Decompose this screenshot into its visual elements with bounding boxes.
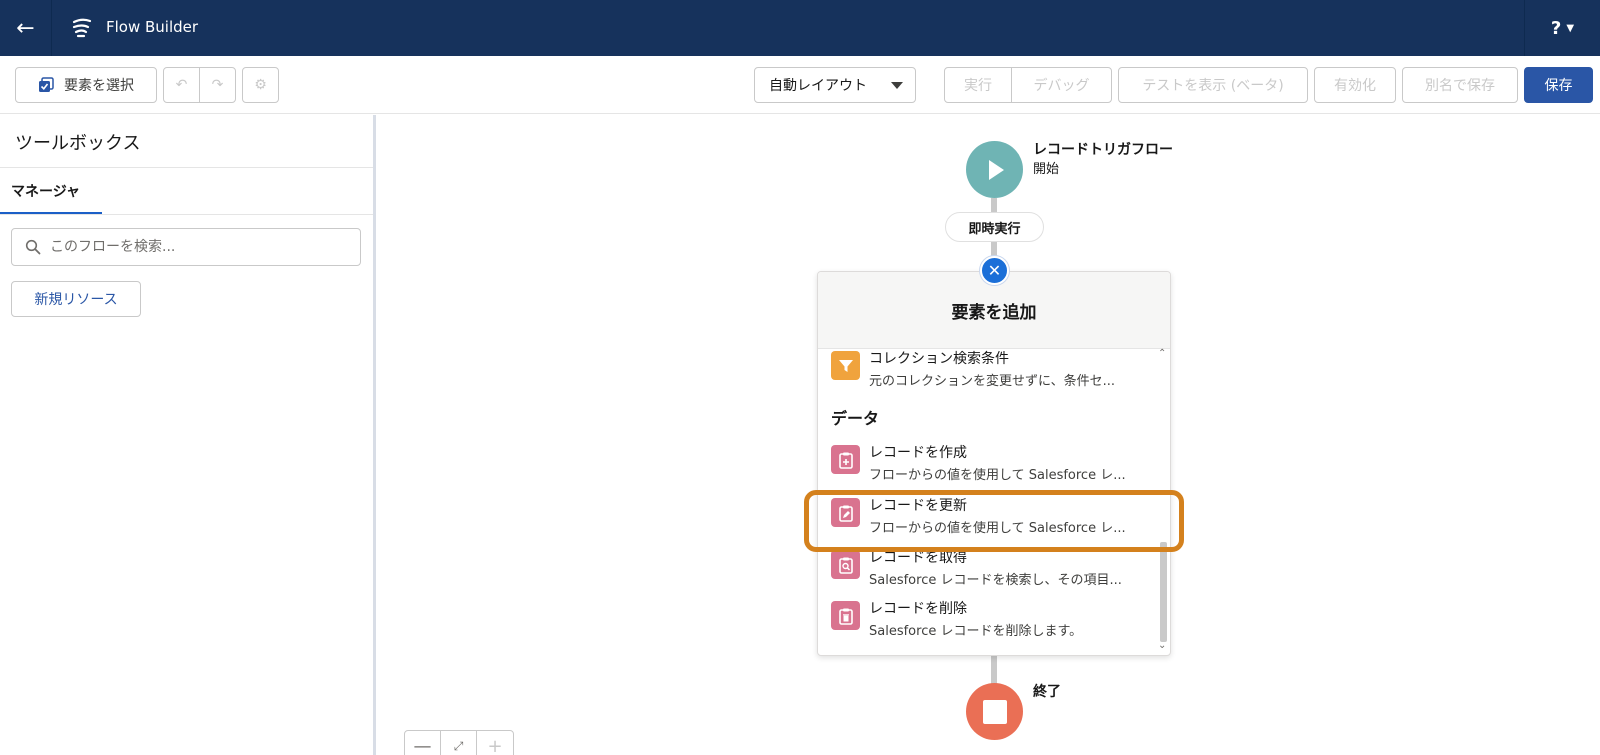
zoom-in-button[interactable]: +	[477, 731, 513, 755]
app-header: ← Flow Builder ? ▼	[0, 0, 1600, 56]
element-option-delete-records[interactable]: レコードを削除 Salesforce レコードを削除します。	[831, 598, 1151, 644]
redo-icon: ↷	[211, 77, 224, 93]
end-node[interactable]	[966, 683, 1023, 740]
element-option-desc: Salesforce レコードを削除します。	[869, 624, 1083, 639]
help-icon: ?	[1550, 17, 1562, 39]
zoom-controls: — ⤢ +	[404, 730, 514, 755]
element-option-create-records[interactable]: レコードを作成 フローからの値を使用して Salesforce レ...	[831, 442, 1151, 488]
scrollbar-thumb[interactable]	[1160, 542, 1167, 642]
start-node-title: レコードトリガフロー	[1033, 142, 1173, 158]
save-label: 保存	[1544, 78, 1573, 94]
redo-button[interactable]: ↷	[199, 67, 236, 103]
select-elements-label: 要素を選択	[64, 78, 134, 94]
element-option-collection-filter[interactable]: コレクション検索条件 元のコレクションを変更せずに、条件セ...	[831, 348, 1151, 394]
run-label: 実行	[964, 78, 992, 94]
add-element-menu: 要素を追加 コレクション検索条件 元のコレクションを変更せずに、条件セ... デ…	[817, 271, 1171, 656]
start-node[interactable]	[966, 141, 1023, 198]
activate-label: 有効化	[1334, 78, 1376, 94]
filter-icon	[831, 351, 860, 380]
arrow-left-icon: ←	[16, 15, 35, 41]
play-icon	[988, 159, 1004, 180]
divider	[0, 214, 373, 215]
stop-icon	[982, 699, 1007, 724]
search-icon	[25, 239, 41, 255]
view-tests-button[interactable]: テストを表示 (ベータ)	[1118, 67, 1308, 103]
run-button[interactable]: 実行	[944, 67, 1012, 103]
close-menu-button[interactable]: ✕	[980, 256, 1009, 285]
highlight-annotation	[804, 490, 1184, 552]
gear-icon: ⚙	[254, 77, 267, 93]
layout-select[interactable]: 自動レイアウト	[754, 67, 916, 103]
view-tests-label: テストを表示 (ベータ)	[1142, 78, 1284, 94]
search-box	[11, 228, 361, 266]
toolbox-panel: ツールボックス マネージャ 新規リソース	[0, 115, 376, 755]
element-option-desc: Salesforce レコードを検索し、その項目...	[869, 573, 1122, 588]
new-resource-button[interactable]: 新規リソース	[11, 281, 141, 317]
save-as-label: 別名で保存	[1425, 78, 1495, 94]
scroll-up-icon[interactable]: ⌃	[1158, 348, 1166, 359]
select-checkbox-icon	[39, 77, 54, 92]
scroll-down-icon[interactable]: ⌄	[1158, 640, 1166, 651]
settings-button[interactable]: ⚙	[242, 67, 279, 103]
layout-select-value: 自動レイアウト	[769, 78, 867, 94]
element-option-name: レコードを削除	[869, 601, 967, 617]
save-button[interactable]: 保存	[1524, 67, 1593, 103]
caret-down-icon: ▼	[1566, 22, 1575, 34]
end-node-label: 終了	[1033, 684, 1061, 700]
close-icon: ✕	[987, 261, 1002, 280]
fit-view-button[interactable]: ⤢	[441, 731, 477, 755]
element-option-name: コレクション検索条件	[869, 351, 1009, 367]
minus-icon: —	[413, 735, 432, 755]
debug-label: デバッグ	[1033, 78, 1090, 94]
element-option-name: レコードを作成	[869, 445, 967, 461]
activate-button[interactable]: 有効化	[1314, 67, 1396, 103]
record-create-icon	[831, 445, 860, 474]
toolbox-title: ツールボックス	[15, 133, 141, 154]
element-option-get-records[interactable]: レコードを取得 Salesforce レコードを検索し、その項目...	[831, 547, 1151, 593]
select-elements-button[interactable]: 要素を選択	[15, 67, 157, 103]
path-label[interactable]: 即時実行	[945, 212, 1044, 242]
help-menu-button[interactable]: ? ▼	[1524, 0, 1600, 56]
search-input[interactable]	[50, 233, 350, 261]
divider	[0, 167, 373, 168]
app-title: Flow Builder	[106, 18, 199, 36]
zoom-out-button[interactable]: —	[405, 731, 441, 755]
back-button[interactable]: ←	[0, 0, 52, 56]
toolbar: 要素を選択 ↶ ↷ ⚙ 自動レイアウト 実行 デバッグ テストを表示 (ベータ)…	[0, 56, 1600, 114]
record-lookup-icon	[831, 550, 860, 579]
fit-view-icon: ⤢	[453, 738, 464, 753]
chevron-down-icon	[891, 82, 903, 89]
flow-logo-icon	[72, 18, 92, 38]
record-delete-icon	[831, 601, 860, 630]
tab-manager[interactable]: マネージャ	[0, 175, 102, 215]
undo-button[interactable]: ↶	[163, 67, 200, 103]
debug-button[interactable]: デバッグ	[1011, 67, 1112, 103]
connector-line	[991, 655, 997, 685]
undo-icon: ↶	[175, 77, 188, 93]
save-as-button[interactable]: 別名で保存	[1402, 67, 1518, 103]
section-heading-data: データ	[831, 409, 880, 428]
element-option-desc: 元のコレクションを変更せずに、条件セ...	[869, 374, 1116, 389]
start-node-subtitle: 開始	[1033, 162, 1060, 177]
element-option-desc: フローからの値を使用して Salesforce レ...	[869, 468, 1126, 483]
plus-icon: +	[487, 735, 503, 755]
